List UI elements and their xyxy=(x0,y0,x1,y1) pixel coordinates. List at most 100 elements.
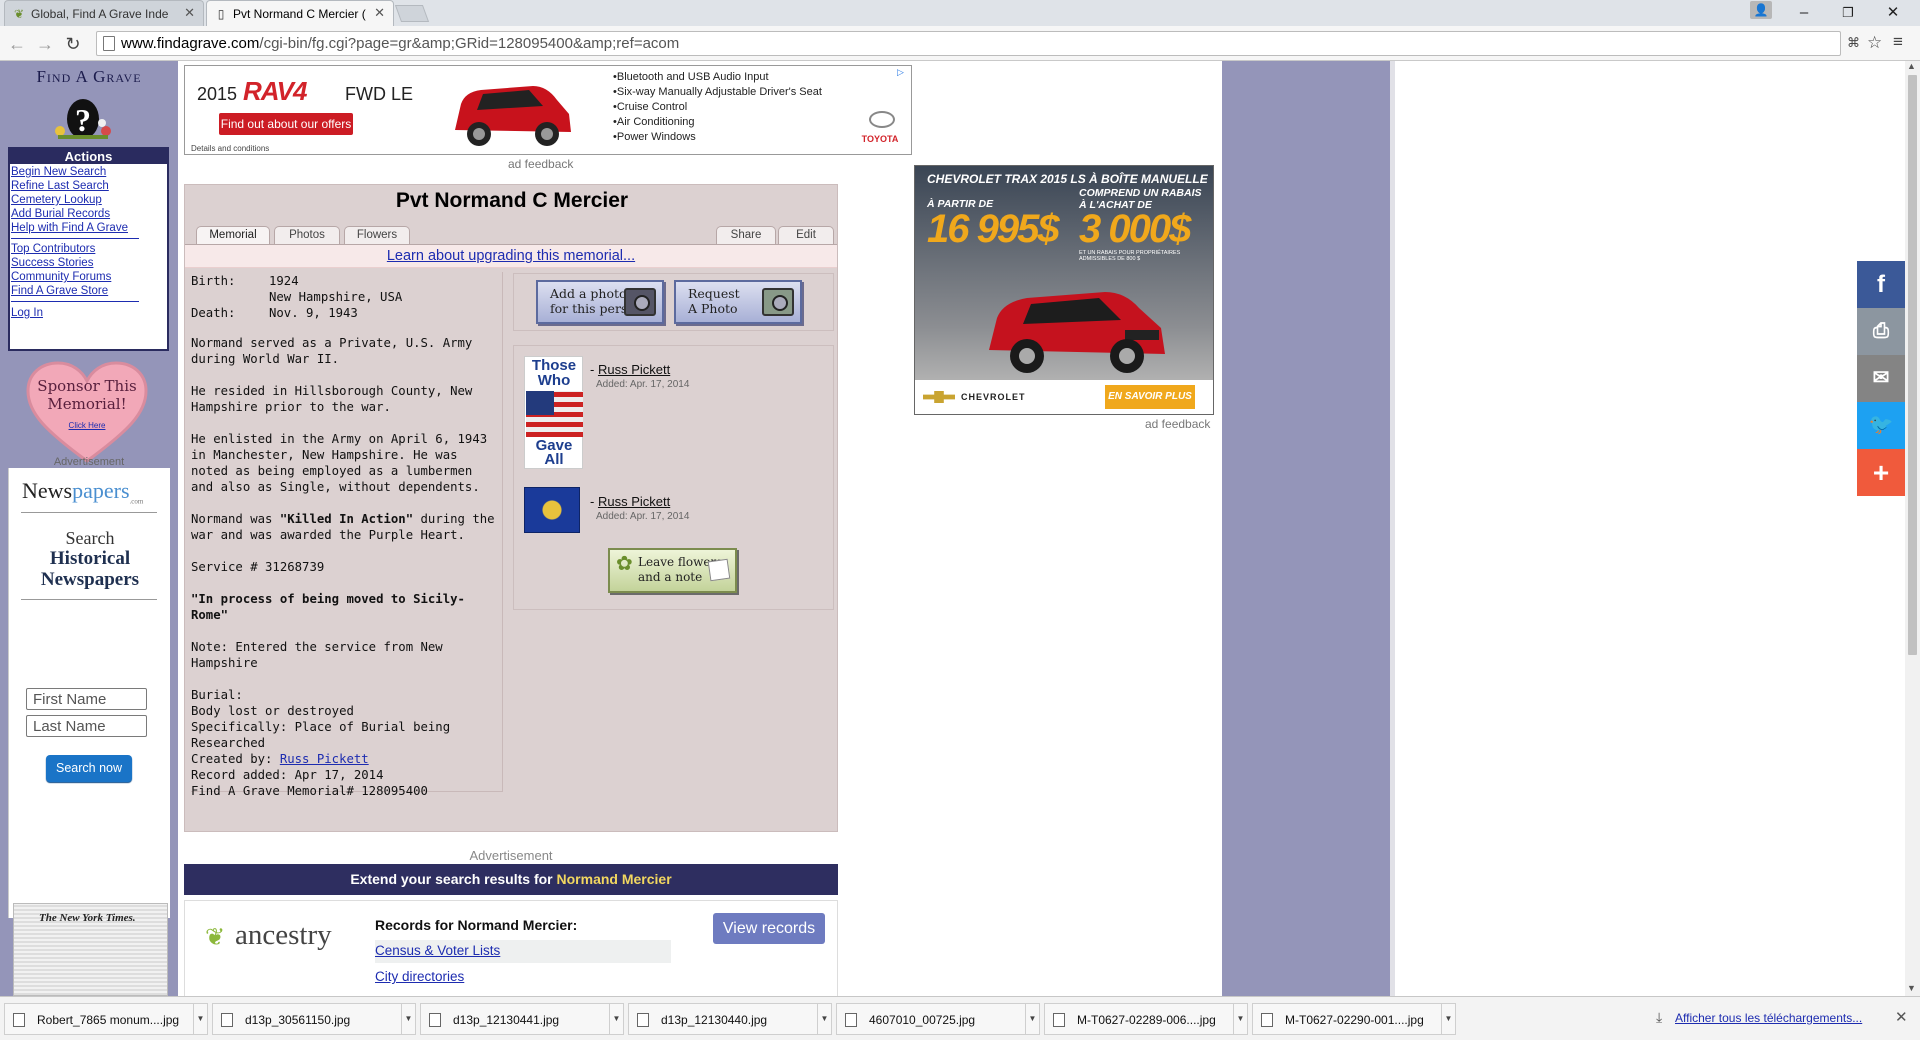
first-name-input[interactable]: First Name xyxy=(26,688,147,710)
plus-icon: + xyxy=(1872,457,1890,488)
download-item[interactable]: M-T0627-02289-006....jpg ▼ xyxy=(1044,1003,1248,1035)
ad-feedback-link[interactable]: ad feedback xyxy=(1145,417,1210,431)
chevron-down-icon[interactable]: ▼ xyxy=(193,1004,207,1034)
restore-button[interactable]: ❐ xyxy=(1827,2,1869,24)
birth-place: New Hampshire, USA xyxy=(269,290,403,304)
download-item[interactable]: d13p_12130440.jpg ▼ xyxy=(628,1003,832,1035)
census-voter-lists-link[interactable]: Census & Voter Lists xyxy=(375,943,500,958)
city-directories-link[interactable]: City directories xyxy=(375,969,464,984)
chevron-down-icon[interactable]: ▼ xyxy=(401,1004,415,1034)
cemetery-lookup-link[interactable]: Cemetery Lookup xyxy=(11,194,102,206)
download-item[interactable]: d13p_30561150.jpg ▼ xyxy=(212,1003,416,1035)
top-contributors-link[interactable]: Top Contributors xyxy=(11,243,95,255)
bookmark-star-icon[interactable]: ☆ xyxy=(1867,33,1882,53)
tab-share[interactable]: Share xyxy=(716,226,776,244)
tab-memorial[interactable]: Memorial xyxy=(196,226,270,244)
twitter-icon: 🐦 xyxy=(1868,414,1894,436)
print-button[interactable]: ⎙ xyxy=(1857,308,1905,355)
login-link[interactable]: Log In xyxy=(11,307,43,319)
learn-more-button[interactable]: EN SAVOIR PLUS » xyxy=(1105,385,1195,409)
more-share-button[interactable]: + xyxy=(1857,449,1905,496)
ad-feedback-link[interactable]: ad feedback xyxy=(508,157,573,171)
tab-findagrave-index[interactable]: ❦ Global, Find A Grave Inde ✕ xyxy=(4,0,204,26)
chevron-down-icon[interactable]: ▼ xyxy=(1025,1004,1039,1034)
creator-link[interactable]: Russ Pickett xyxy=(280,752,369,766)
show-all-downloads-link[interactable]: Afficher tous les téléchargements... xyxy=(1675,1011,1862,1025)
file-icon xyxy=(429,1013,441,1027)
tab-edit[interactable]: Edit xyxy=(778,226,834,244)
store-link[interactable]: Find A Grave Store xyxy=(11,285,108,297)
new-tab-button[interactable] xyxy=(394,5,430,22)
close-icon[interactable]: ✕ xyxy=(374,5,385,21)
upgrade-memorial-link[interactable]: Learn about upgrading this memorial... xyxy=(387,248,635,264)
request-photo-button[interactable]: Request A Photo xyxy=(674,280,802,324)
page-viewport: Find A Grave ? Actions Begin New Search … xyxy=(0,61,1905,996)
tab-flowers[interactable]: Flowers xyxy=(344,226,410,244)
download-item[interactable]: Robert_7865 monum....jpg ▼ xyxy=(4,1003,208,1035)
toyota-banner-ad[interactable]: 2015 RAV4 FWD LE Find out about our offe… xyxy=(184,65,912,155)
scrollbar-thumb[interactable] xyxy=(1908,75,1917,655)
toyota-brand: TOYOTA xyxy=(861,134,899,144)
menu-icon[interactable]: ≡ xyxy=(1893,33,1909,50)
email-share-button[interactable]: ✉ xyxy=(1857,355,1905,402)
translate-icon[interactable]: ⌘ xyxy=(1847,35,1860,51)
begin-new-search-link[interactable]: Begin New Search xyxy=(11,166,106,178)
ad-details-link[interactable]: Details and conditions xyxy=(191,144,269,153)
profile-avatar-icon[interactable]: 👤 xyxy=(1750,1,1772,19)
community-forums-link[interactable]: Community Forums xyxy=(11,271,111,283)
url-text: www.findagrave.com/cgi-bin/fg.cgi?page=g… xyxy=(121,35,680,52)
download-item[interactable]: M-T0627-02290-001....jpg ▼ xyxy=(1252,1003,1456,1035)
site-logo-title[interactable]: Find A Grave xyxy=(8,67,170,87)
chevron-down-icon[interactable]: ▼ xyxy=(1233,1004,1247,1034)
last-name-input[interactable]: Last Name xyxy=(26,715,147,737)
flower-giver-link[interactable]: Russ Pickett xyxy=(598,494,670,509)
close-icon[interactable]: ✕ xyxy=(1895,1008,1908,1026)
download-item[interactable]: d13p_12130441.jpg ▼ xyxy=(420,1003,624,1035)
scroll-up-arrow-icon[interactable]: ▲ xyxy=(1907,61,1916,71)
find-offers-button[interactable]: Find out about our offers xyxy=(219,113,353,135)
actions-heading: Actions xyxy=(10,149,167,164)
file-icon xyxy=(1053,1013,1065,1027)
page-scrollbar[interactable]: ▲ ▼ xyxy=(1905,61,1920,996)
scroll-down-arrow-icon[interactable]: ▼ xyxy=(1907,983,1916,993)
minimize-button[interactable]: – xyxy=(1783,2,1825,24)
newspaper-clipping-image[interactable]: The New York Times. xyxy=(13,903,168,996)
tab-memorial[interactable]: ▯ Pvt Normand C Mercier ( ✕ xyxy=(206,0,394,26)
address-bar[interactable]: www.findagrave.com/cgi-bin/fg.cgi?page=g… xyxy=(96,31,1882,56)
those-who-gave-all-flower-image[interactable]: Those Who Gave All xyxy=(524,356,583,469)
refine-last-search-link[interactable]: Refine Last Search xyxy=(11,180,109,192)
chevron-down-icon[interactable]: ▼ xyxy=(817,1004,831,1034)
np-historical-heading: Historical Newspapers xyxy=(40,548,140,590)
help-link[interactable]: Help with Find A Grave xyxy=(11,222,128,234)
chevron-down-icon[interactable]: ▼ xyxy=(1441,1004,1455,1034)
add-burial-records-link[interactable]: Add Burial Records xyxy=(11,208,110,220)
twitter-share-button[interactable]: 🐦 xyxy=(1857,402,1905,449)
sponsor-click-link[interactable]: Click Here xyxy=(26,421,148,430)
search-now-button[interactable]: Search now xyxy=(46,755,132,782)
sponsor-memorial-text[interactable]: Sponsor This Memorial! xyxy=(26,377,148,413)
success-stories-link[interactable]: Success Stories xyxy=(11,257,93,269)
virtual-flowers: Those Who Gave All - Russ Pickett Added:… xyxy=(513,345,834,610)
divider xyxy=(11,301,139,302)
find-a-grave-logo-icon[interactable]: ? xyxy=(52,91,114,141)
divider xyxy=(11,238,139,239)
reload-icon[interactable]: ↻ xyxy=(62,33,84,55)
ancestry-logo[interactable]: ancestry xyxy=(235,919,332,952)
tab-photos[interactable]: Photos xyxy=(274,226,340,244)
flower-giver-link[interactable]: Russ Pickett xyxy=(598,362,670,377)
view-records-button[interactable]: View records xyxy=(713,913,825,944)
facebook-share-button[interactable]: f xyxy=(1857,261,1905,308)
newspapers-logo[interactable]: Newspapers.com xyxy=(22,478,143,505)
close-icon[interactable]: ✕ xyxy=(184,5,195,21)
add-photo-button[interactable]: Add a photo for this person xyxy=(536,280,664,324)
chevron-down-icon[interactable]: ▼ xyxy=(609,1004,623,1034)
download-item[interactable]: 4607010_00725.jpg ▼ xyxy=(836,1003,1040,1035)
chevrolet-ad[interactable]: CHEVROLET TRAX 2015 LS À BOÎTE MANUELLE … xyxy=(914,165,1214,415)
close-window-button[interactable]: ✕ xyxy=(1872,2,1914,24)
forward-arrow-icon[interactable]: → xyxy=(34,33,56,55)
adchoices-icon[interactable]: ▷ xyxy=(897,67,909,79)
new-hampshire-seal-flower-image[interactable] xyxy=(524,487,580,533)
print-icon: ⎙ xyxy=(1873,320,1889,342)
back-arrow-icon[interactable]: ← xyxy=(6,33,28,55)
leave-flowers-button[interactable]: ✿ Leave flowers and a note xyxy=(608,548,737,593)
